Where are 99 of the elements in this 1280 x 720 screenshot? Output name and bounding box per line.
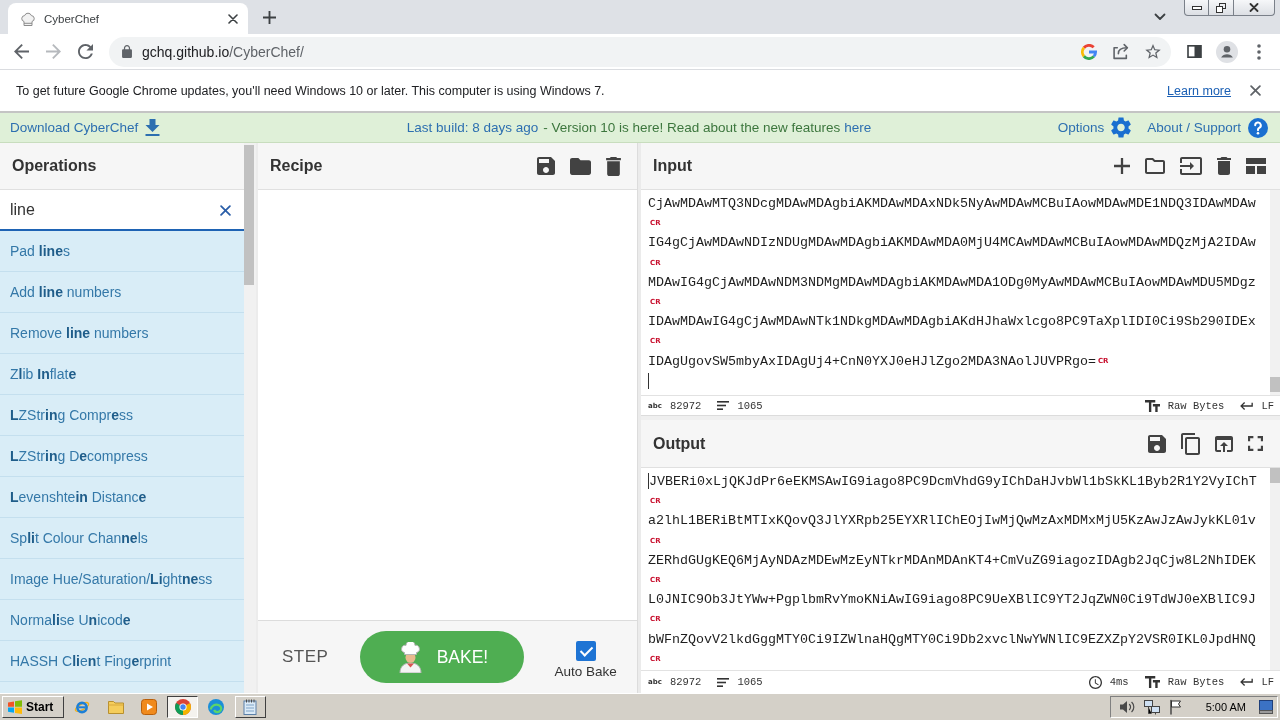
text-line: L0JNIC9Ob3JtYWw+PgplbmRvYmoKNiAwIG9iago8PC9UeXBlIC9YT2JqZWN0Ci9TdWJ0eXBlIC9J — [648, 592, 1256, 608]
length-value: 82972 — [669, 676, 702, 688]
step-button[interactable]: STEP — [282, 647, 329, 667]
settings-icon — [1111, 117, 1132, 138]
return-icon — [1240, 678, 1254, 686]
input-icon[interactable] — [1180, 157, 1202, 175]
scrollbar-thumb[interactable] — [1270, 377, 1280, 392]
line-count: 1065 — [737, 676, 763, 688]
lock-icon — [122, 45, 132, 58]
return-icon — [1240, 401, 1254, 410]
line-count: 1065 — [737, 399, 763, 412]
ring-icon — [74, 699, 91, 715]
close-icon[interactable] — [228, 13, 238, 24]
text-size-icon — [1144, 399, 1160, 412]
clock-icon — [1088, 675, 1102, 689]
eol-button[interactable]: LF — [1240, 676, 1274, 688]
back-icon[interactable] — [14, 44, 29, 59]
notice-text: - Version 10 is here! Read about the new features here — [543, 120, 872, 135]
close-icon — [1249, 3, 1259, 12]
text-line: ZERhdGUgKEQ6MjAyNDAzMDEwMzEyNTkrMDAnMDAnKT4+CmVuZG9iagozIDAgb2JqCjw8L2NhIDEK — [648, 552, 1256, 568]
close-button[interactable] — [1234, 0, 1275, 16]
download-icon — [145, 119, 161, 136]
panel-title: Recipe — [270, 157, 323, 175]
chef-icon — [396, 641, 424, 673]
flag-logo-icon — [7, 700, 23, 714]
build-info: Last build: 8 days ago — [406, 120, 539, 135]
text-line: IDAwMDAwIG4gCjAwMDAwNTk1NDkgMDAwMDAgbiAKdHJhaWxlcgo8PC9TaXplIDI0Ci9Sb290IDEx — [648, 314, 1256, 330]
save-icon[interactable] — [1148, 434, 1166, 453]
bake-time: 4ms — [1109, 676, 1129, 688]
lines-icon — [717, 401, 730, 410]
clear-icon[interactable] — [220, 205, 231, 216]
share-icon[interactable] — [1113, 43, 1129, 60]
play-icon — [141, 699, 158, 715]
eol-button[interactable]: LF — [1240, 399, 1274, 412]
save-icon[interactable] — [537, 157, 555, 175]
scrollbar-thumb[interactable] — [244, 145, 254, 285]
encoding-button[interactable]: Raw Bytes — [1144, 676, 1225, 688]
text-cursor — [648, 372, 649, 389]
download-link[interactable]: Download CyberChef — [10, 119, 161, 136]
taskbar-button[interactable] — [167, 696, 199, 718]
g-logo-icon[interactable] — [1081, 43, 1097, 60]
flag-icon[interactable] — [1168, 699, 1183, 715]
star-icon[interactable] — [1145, 44, 1161, 59]
options-button[interactable]: Options — [1057, 117, 1132, 138]
folder-icon[interactable] — [570, 157, 591, 175]
text-line: a2lhL1BERiBtMTIxKQovQ3JlYXRpb25EYXRlIChEOjIwMjQwMzAxMDMxMjU5KzAwJzAwJykKL01v — [648, 513, 1256, 529]
lines-icon — [717, 677, 730, 687]
fullscreen-icon[interactable] — [1248, 436, 1263, 451]
trash-icon[interactable] — [606, 156, 621, 176]
panel-title: Output — [653, 434, 706, 453]
panel-title: Operations — [12, 157, 97, 175]
reload-icon[interactable] — [78, 44, 93, 59]
text-cursor — [648, 473, 649, 490]
speaker-icon[interactable] — [1118, 700, 1135, 714]
panel-title: Input — [653, 157, 693, 175]
length-value: 82972 — [669, 399, 702, 412]
start-button[interactable]: Start — [2, 696, 64, 718]
restore-button[interactable] — [1209, 0, 1234, 16]
notepad-icon — [243, 699, 258, 715]
folder-icon — [107, 700, 124, 714]
desktop-icon[interactable] — [1259, 700, 1273, 714]
network-icon[interactable] — [1143, 699, 1160, 715]
chef-hat-icon — [20, 10, 36, 27]
copy-icon[interactable] — [1181, 432, 1200, 455]
text-size-icon — [1144, 676, 1160, 688]
learn-more-link[interactable]: Learn more — [1167, 83, 1231, 98]
text-line: CjAwMDAwMTQ3NDcgMDAwMDAgbiAKMDAwMDAxNDk5NyAwMDAwMCBuIAowMDAwMDE1NDQ3IDAwMDAw — [648, 196, 1256, 211]
plus-icon[interactable] — [263, 10, 276, 24]
scrollbar-thumb[interactable] — [1270, 468, 1280, 483]
plus-icon[interactable] — [1114, 158, 1130, 174]
notice-link[interactable]: here — [844, 120, 872, 135]
trash-icon[interactable] — [1217, 157, 1231, 175]
menu-icon[interactable] — [1257, 43, 1261, 60]
address-bar[interactable]: gchq.github.io/CyberChef/ — [109, 36, 1171, 67]
close-icon[interactable] — [1250, 85, 1261, 96]
chevron-down-icon[interactable] — [1154, 13, 1166, 21]
text-line: bWFnZQovV2lkdGggMTY0Ci9IZWlnaHQgMTY0Ci9Db2xvclNwYWNlIC9EZXZpY2VSR0IKL0JpdHNQ — [648, 631, 1256, 647]
avatar-icon[interactable] — [1216, 40, 1238, 63]
help-icon — [1248, 117, 1268, 138]
swirl-icon — [208, 699, 225, 715]
restore-icon — [1216, 2, 1226, 13]
side-panel-icon[interactable] — [1187, 45, 1202, 58]
auto-bake-label: Auto Bake — [554, 664, 617, 679]
update-message: To get future Google Chrome updates, you'll need Windows 10 or later. This computer is using Windows 7. — [16, 83, 606, 98]
auto-bake-checkbox[interactable] — [575, 641, 596, 661]
browser-tab[interactable]: CyberChef — [8, 3, 248, 34]
minimize-icon — [1191, 5, 1202, 10]
text-line: IDAgUgovSW5mbyAxIDAgUj4+CnN0YXJ0eHJlZgo2MDA3NAolJUVPRgo= — [648, 353, 1096, 369]
layout-icon[interactable] — [1246, 158, 1266, 174]
circle-logo-icon — [174, 699, 191, 715]
text-line: JVBERi0xLjQKJdPr6eEKMSAwIG9iago8PC9DcmVhdG9yIChDaHJvbWl1bSkKL1Byb2R1Y2VyIChT — [649, 474, 1257, 489]
folder-icon[interactable] — [1145, 158, 1165, 174]
minimize-button[interactable] — [1184, 0, 1209, 16]
about-support-link[interactable]: About / Support — [1147, 117, 1268, 138]
open-box-icon[interactable] — [1215, 435, 1233, 452]
text-line: IG4gCjAwMDAwNDIzNDUgMDAwMDAgbiAKMDAwMDA0MjU4MCAwMDAwMCBuIAowMDAwMDQzMjA2IDAw — [648, 235, 1256, 251]
clock-time: 5:00 AM — [1205, 701, 1246, 713]
text-line: MDAwIG4gCjAwMDAwNDM3NDMgMDAwMDAgbiAKMDAwMDA1ODg0MyAwMDAwMCBuIAowMDAwMDU5MDgz — [648, 274, 1256, 290]
encoding-button[interactable]: Raw Bytes — [1144, 399, 1225, 412]
